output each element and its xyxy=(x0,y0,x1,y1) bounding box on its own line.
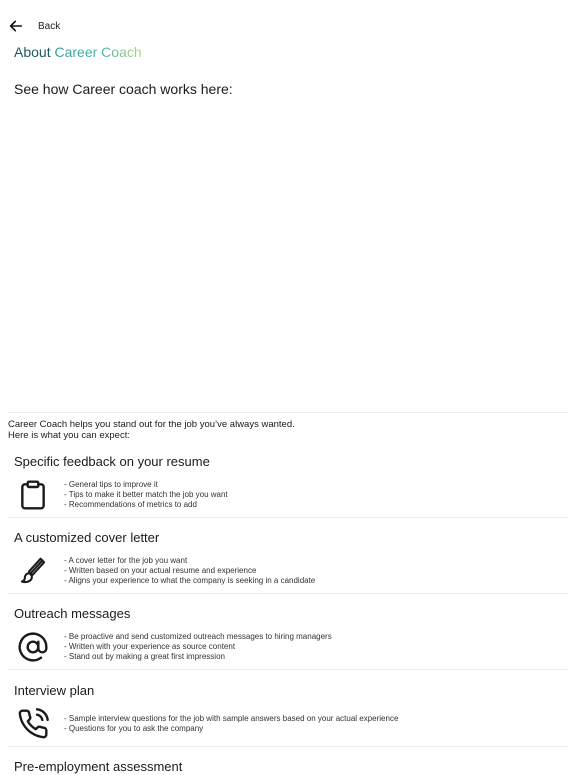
feature-bullets: - General tips to improve it - Tips to m… xyxy=(64,480,228,511)
feature-pre-employment-assessment: Pre-employment assessment xyxy=(8,759,568,775)
feature-cover-letter: A customized cover letter - A cover lett… xyxy=(8,530,568,588)
back-button[interactable]: Back xyxy=(8,16,60,36)
intro-text: Career Coach helps you stand out for the… xyxy=(8,419,295,441)
feature-title: Specific feedback on your resume xyxy=(14,454,210,469)
back-label: Back xyxy=(38,20,61,32)
intro-line-2: Here is what you can expect: xyxy=(8,430,130,441)
bullet: - Questions for you to ask the company xyxy=(64,724,204,733)
at-sign-icon xyxy=(16,630,50,664)
bullet: - Written based on your actual resume an… xyxy=(64,565,257,575)
arrow-left-icon xyxy=(9,20,23,32)
bullet: - Aligns your experience to what the com… xyxy=(64,576,316,586)
bullet: - General tips to improve it xyxy=(64,479,158,489)
feature-resume-feedback: Specific feedback on your resume - Gener… xyxy=(8,454,568,512)
bullet: - Tips to make it better match the job y… xyxy=(64,489,228,499)
feature-title: Interview plan xyxy=(14,683,95,698)
page-title-prefix: About xyxy=(14,44,55,60)
bullet: - A cover letter for the job you want xyxy=(64,555,188,565)
divider xyxy=(8,517,568,518)
paintbrush-icon xyxy=(16,554,50,588)
divider xyxy=(8,746,568,747)
feature-bullets: - A cover letter for the job you want - … xyxy=(64,556,315,587)
feature-outreach-messages: Outreach messages - Be proactive and sen… xyxy=(8,606,568,664)
feature-title: Pre-employment assessment xyxy=(14,759,183,774)
feature-title: Outreach messages xyxy=(14,606,131,621)
feature-bullets: - Be proactive and send customized outre… xyxy=(64,632,332,663)
divider xyxy=(8,593,568,594)
bullet: - Sample interview questions for the job… xyxy=(64,713,399,723)
divider xyxy=(8,669,568,670)
bullet: - Written with your experience as source… xyxy=(64,641,236,651)
divider xyxy=(8,412,568,413)
clipboard-icon xyxy=(16,478,50,512)
page-title-brand: Career Coach xyxy=(54,44,142,60)
bullet: - Recommendations of metrics to add xyxy=(64,500,197,510)
bullet: - Be proactive and send customized outre… xyxy=(64,631,332,641)
page-title: About Career Coach xyxy=(14,44,142,60)
feature-interview-plan: Interview plan - Sample interview questi… xyxy=(8,683,568,741)
feature-bullets: - Sample interview questions for the job… xyxy=(64,714,398,734)
video-section-heading: See how Career coach works here: xyxy=(14,81,233,97)
phone-call-icon xyxy=(16,707,50,741)
bullet: - Stand out by making a great first impr… xyxy=(64,652,225,662)
feature-title: A customized cover letter xyxy=(14,530,160,545)
intro-line-1: Career Coach helps you stand out for the… xyxy=(8,419,295,430)
